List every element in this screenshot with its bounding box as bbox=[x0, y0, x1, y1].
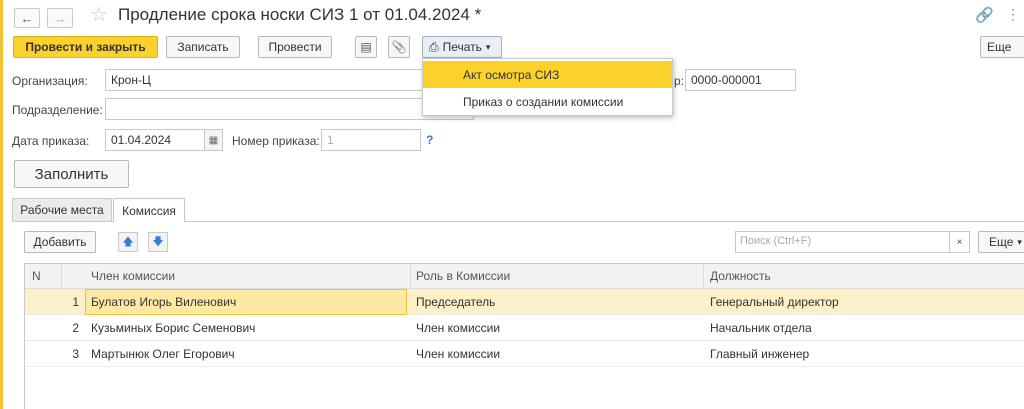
arrow-up-icon: 🡅 bbox=[122, 235, 134, 248]
position-cell[interactable]: Генеральный директор bbox=[710, 295, 839, 309]
print-button[interactable]: ⎙ Печать ▾ bbox=[422, 36, 502, 58]
order-date-value: 01.04.2024 bbox=[111, 133, 172, 147]
search-clear-button[interactable]: × bbox=[950, 231, 970, 253]
commission-table[interactable]: N Член комиссии Роль в Комиссии Должност… bbox=[24, 263, 1024, 409]
help-icon[interactable]: ? bbox=[426, 133, 433, 147]
page-title: Продление срока носки СИЗ 1 от 01.04.202… bbox=[118, 5, 482, 24]
move-up-button[interactable]: 🡅 bbox=[118, 232, 138, 252]
table-row[interactable]: 3 Мартынюк Олег Егорович Член комиссии Г… bbox=[25, 341, 1024, 367]
department-label: Подразделение: bbox=[12, 103, 103, 117]
post-button[interactable]: Провести bbox=[258, 36, 332, 58]
forward-button[interactable]: → bbox=[47, 8, 73, 28]
column-header-role[interactable]: Роль в Комиссии bbox=[416, 269, 510, 283]
print-menu-item-inspection-act[interactable]: Акт осмотра СИЗ bbox=[423, 61, 672, 88]
table-more-button[interactable]: Еще ▾ bbox=[978, 231, 1024, 253]
tab-commission[interactable]: Комиссия bbox=[113, 198, 185, 222]
print-menu: Акт осмотра СИЗ Приказ о создании комисс… bbox=[422, 58, 673, 116]
save-button[interactable]: Записать bbox=[166, 36, 240, 58]
more-vert-icon[interactable]: ⋮ bbox=[1006, 6, 1020, 23]
role-cell[interactable]: Председатель bbox=[416, 295, 495, 309]
chevron-down-icon: ▾ bbox=[485, 41, 491, 52]
back-button[interactable]: ← bbox=[14, 8, 40, 28]
tab-workplaces[interactable]: Рабочие места bbox=[12, 198, 112, 221]
order-number-field[interactable]: 1 bbox=[321, 129, 421, 151]
organization-label: Организация: bbox=[12, 74, 88, 88]
order-number-label: Номер приказа: bbox=[232, 134, 320, 148]
printer-icon: ⎙ bbox=[429, 39, 439, 54]
organization-field[interactable]: Крон-Ц bbox=[105, 69, 423, 91]
column-separator bbox=[703, 264, 704, 289]
position-cell[interactable]: Начальник отдела bbox=[710, 321, 812, 335]
more-button[interactable]: Еще bbox=[980, 36, 1024, 58]
move-down-button[interactable]: 🡇 bbox=[148, 232, 168, 252]
table-row[interactable]: 1 Булатов Игорь Виленович Председатель Г… bbox=[25, 289, 1024, 315]
column-header-n[interactable]: N bbox=[32, 269, 41, 283]
column-separator bbox=[410, 264, 411, 289]
table-more-label: Еще bbox=[989, 235, 1014, 249]
document-list-icon: ▤ bbox=[360, 40, 372, 54]
role-cell[interactable]: Член комиссии bbox=[416, 347, 500, 361]
search-input[interactable]: Поиск (Ctrl+F) bbox=[735, 231, 950, 253]
row-number: 1 bbox=[72, 295, 79, 309]
role-cell[interactable]: Член комиссии bbox=[416, 321, 500, 335]
attach-button[interactable]: 📎 bbox=[388, 36, 410, 58]
member-cell[interactable]: Мартынюк Олег Егорович bbox=[91, 347, 235, 361]
department-field[interactable] bbox=[105, 98, 423, 120]
fill-button[interactable]: Заполнить bbox=[14, 160, 129, 188]
favorite-star-icon[interactable]: ☆ bbox=[90, 5, 108, 25]
column-header-member[interactable]: Член комиссии bbox=[91, 269, 175, 283]
order-date-label: Дата приказа: bbox=[12, 134, 90, 148]
member-cell[interactable]: Кузьминых Борис Семенович bbox=[91, 321, 255, 335]
table-row[interactable]: 2 Кузьминых Борис Семенович Член комисси… bbox=[25, 315, 1024, 341]
add-button[interactable]: Добавить bbox=[24, 231, 96, 253]
arrow-left-icon: ← bbox=[20, 10, 34, 26]
member-cell[interactable]: Булатов Игорь Виленович bbox=[91, 295, 236, 309]
link-icon[interactable]: 🔗 bbox=[975, 6, 994, 24]
chevron-down-icon: ▾ bbox=[1017, 236, 1022, 247]
table-header: N Член комиссии Роль в Комиссии Должност… bbox=[25, 264, 1024, 289]
arrow-right-icon: → bbox=[53, 10, 67, 26]
paperclip-icon: 📎 bbox=[391, 40, 407, 54]
window-accent-bar bbox=[0, 0, 3, 409]
arrow-down-icon: 🡇 bbox=[152, 235, 164, 248]
position-cell[interactable]: Главный инженер bbox=[710, 347, 809, 361]
calendar-icon[interactable]: ▦ bbox=[204, 130, 222, 150]
column-separator bbox=[61, 264, 62, 289]
number-field[interactable]: 0000-000001 bbox=[685, 69, 796, 91]
row-number: 2 bbox=[72, 321, 79, 335]
post-and-close-button[interactable]: Провести и закрыть bbox=[13, 36, 158, 58]
row-number: 3 bbox=[72, 347, 79, 361]
column-header-position[interactable]: Должность bbox=[710, 269, 771, 283]
print-menu-item-commission-order[interactable]: Приказ о создании комиссии bbox=[423, 88, 672, 115]
print-button-label: Печать bbox=[442, 40, 482, 54]
report-button[interactable]: ▤ bbox=[355, 36, 377, 58]
number-label: р: bbox=[674, 74, 685, 88]
